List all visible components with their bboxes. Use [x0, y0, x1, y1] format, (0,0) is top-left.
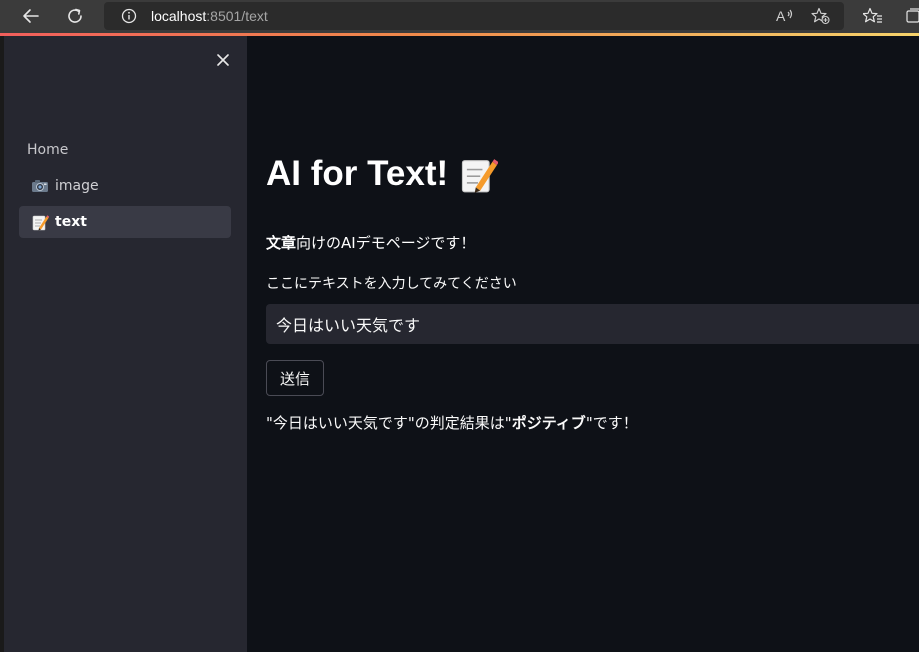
favorites-icon	[863, 7, 882, 23]
submit-button[interactable]: 送信	[266, 360, 324, 396]
url-host: localhost	[151, 8, 207, 24]
read-aloud-icon[interactable]: A	[774, 6, 796, 26]
close-sidebar-button[interactable]	[213, 50, 233, 70]
svg-text:A: A	[776, 8, 786, 24]
result-prefix: "今日はいい天気です"の判定結果は"	[266, 414, 512, 432]
reload-icon	[68, 8, 82, 23]
page-title-text: AI for Text!	[266, 154, 449, 193]
text-input[interactable]	[266, 304, 919, 344]
add-favorite-icon[interactable]	[810, 6, 832, 26]
collections-icon	[906, 8, 919, 23]
result-label: ポジティブ	[511, 414, 586, 432]
browser-toolbar: localhost:8501/text A	[0, 0, 919, 33]
camera-icon	[31, 177, 49, 195]
info-icon[interactable]	[118, 6, 140, 26]
sidebar-item-image[interactable]: image	[19, 170, 231, 202]
sidebar-item-home[interactable]: Home	[19, 134, 231, 166]
sidebar-item-text[interactable]: text	[19, 206, 231, 238]
sidebar: Home image text	[4, 36, 247, 652]
result-suffix: "です！	[585, 414, 638, 432]
result-text: "今日はいい天気です"の判定結果は"ポジティブ"です！	[266, 413, 638, 433]
memo-icon	[458, 154, 499, 194]
text-input-label: ここにテキストを入力してみてください	[266, 276, 517, 292]
close-icon	[217, 54, 229, 66]
intro-rest: 向けのAIデモページです！	[296, 234, 476, 252]
intro-text: 文章向けのAIデモページです！	[266, 233, 475, 253]
collections-button[interactable]	[898, 2, 919, 30]
back-arrow-icon	[23, 9, 39, 23]
intro-bold: 文章	[266, 234, 297, 252]
back-button[interactable]	[16, 2, 46, 30]
favorites-button[interactable]	[858, 2, 888, 30]
page-title: AI for Text!	[266, 152, 499, 196]
url-path: :8501/text	[206, 8, 268, 24]
memo-icon	[31, 213, 49, 231]
url-text: localhost:8501/text	[151, 8, 268, 24]
main-content: AI for Text! 文章向けのAIデモページです！ ここにテキストを入力し…	[247, 36, 919, 652]
address-bar[interactable]: localhost:8501/text A	[104, 2, 844, 30]
sidebar-item-label: image	[55, 178, 99, 194]
reload-button[interactable]	[60, 2, 90, 30]
sidebar-item-label: text	[55, 214, 87, 230]
sidebar-item-label: Home	[27, 142, 69, 158]
